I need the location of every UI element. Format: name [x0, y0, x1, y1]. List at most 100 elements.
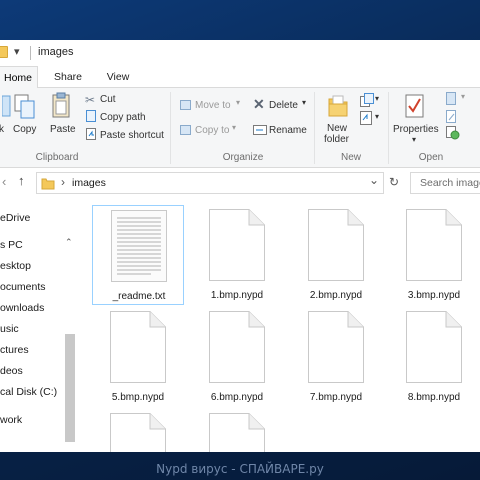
paste-shortcut-icon	[86, 128, 96, 140]
nav-item-onedrive[interactable]: eDrive	[0, 212, 30, 224]
blank-file-icon	[406, 311, 462, 383]
file-name: _readme.txt	[112, 291, 166, 302]
delete-button[interactable]: Delete	[269, 100, 298, 111]
copy-to-dropdown-icon: ▾	[232, 123, 237, 132]
ribbon-divider	[388, 92, 389, 164]
delete-dropdown-icon: ▾	[302, 98, 307, 107]
new-folder-label-line1[interactable]: New	[327, 123, 347, 134]
scissors-icon: ✂	[85, 93, 96, 107]
easy-access-dropdown-icon[interactable]: ▾	[375, 112, 379, 121]
address-bar[interactable]: › images ⌄	[36, 172, 384, 194]
paste-button[interactable]: Paste	[50, 124, 76, 135]
nav-item-videos[interactable]: deos	[0, 365, 23, 377]
pin-button-label[interactable]: k	[0, 124, 4, 135]
open-icon	[446, 92, 456, 105]
search-input[interactable]: Search images	[410, 172, 480, 194]
ribbon: k Copy Paste ✂ Cut Copy path Paste short…	[0, 88, 480, 168]
new-item-dropdown-icon[interactable]: ▾	[375, 94, 379, 103]
address-row: ‹ ↑ › images ⌄ ↻ Search images	[0, 168, 480, 198]
rename-button[interactable]: Rename	[269, 125, 307, 136]
ribbon-divider	[314, 92, 315, 164]
file-name: 8.bmp.nypd	[407, 392, 461, 403]
history-icon	[446, 126, 460, 140]
file-item[interactable]: 1.bmp.nypd	[191, 205, 283, 305]
file-item[interactable]: 3.bmp.nypd	[388, 205, 480, 305]
up-button[interactable]: ↑	[18, 173, 25, 188]
copy-icon	[14, 94, 35, 119]
file-item[interactable]: 7.bmp.nypd	[290, 307, 382, 407]
copy-path-icon	[86, 110, 96, 122]
refresh-button[interactable]: ↻	[389, 175, 399, 189]
edit-icon	[446, 110, 456, 123]
folder-icon	[0, 46, 8, 58]
tab-home[interactable]: Home	[0, 66, 38, 89]
blank-file-icon	[308, 209, 364, 281]
navigation-pane: eDrive s PC esktop ocuments ownloads usi…	[0, 198, 78, 452]
file-item[interactable]: 6.bmp.nypd	[191, 307, 283, 407]
file-name: 2.bmp.nypd	[309, 290, 363, 301]
file-item[interactable]	[92, 409, 184, 452]
tab-view[interactable]: View	[98, 66, 138, 88]
file-explorer-window: ▾ images Home Share View k Copy Paste ✂ …	[0, 40, 480, 452]
copy-to-button[interactable]: Copy to	[195, 125, 229, 136]
file-name: 1.bmp.nypd	[210, 290, 264, 301]
address-path[interactable]: images	[72, 177, 106, 189]
nav-item-documents[interactable]: ocuments	[0, 281, 46, 293]
blank-file-icon	[406, 209, 462, 281]
ribbon-divider	[170, 92, 171, 164]
nav-item-desktop[interactable]: esktop	[0, 260, 31, 272]
ribbon-tabs: Home Share View	[0, 66, 480, 89]
file-item[interactable]: 8.bmp.nypd	[388, 307, 480, 407]
cut-button[interactable]: Cut	[100, 94, 116, 105]
rename-icon	[253, 125, 267, 135]
new-item-icon	[360, 93, 374, 107]
nav-item-this-pc[interactable]: s PC	[0, 239, 23, 251]
file-item[interactable]: 2.bmp.nypd	[290, 205, 382, 305]
watermark-caption: Nypd вирус - СПАЙВАРЕ.ру	[156, 462, 324, 476]
move-to-dropdown-icon: ▾	[236, 98, 241, 107]
blank-file-icon	[110, 311, 166, 383]
blank-file-icon	[209, 209, 265, 281]
nav-item-downloads[interactable]: ownloads	[0, 302, 44, 314]
move-to-button[interactable]: Move to	[195, 100, 231, 111]
blank-file-icon	[209, 311, 265, 383]
address-dropdown-icon[interactable]: ⌄	[369, 173, 379, 187]
properties-icon	[405, 94, 424, 118]
nav-item-music[interactable]: usic	[0, 323, 19, 335]
nav-item-network[interactable]: work	[0, 414, 22, 426]
new-folder-icon	[328, 95, 348, 117]
tab-share[interactable]: Share	[48, 66, 88, 88]
new-folder-label-line2[interactable]: folder	[324, 134, 349, 145]
file-item[interactable]: 5.bmp.nypd	[92, 307, 184, 407]
nav-item-pictures[interactable]: ctures	[0, 344, 29, 356]
open-dropdown-icon[interactable]: ▾	[461, 92, 465, 101]
nav-item-local-disk[interactable]: cal Disk (C:)	[0, 386, 57, 398]
folder-icon	[41, 178, 55, 190]
title-bar: ▾ images	[0, 40, 480, 66]
properties-button[interactable]: Properties	[393, 124, 439, 135]
file-list: _readme.txt 1.bmp.nypd 2.bmp.nypd 3.bmp.…	[78, 198, 480, 452]
paste-shortcut-button[interactable]: Paste shortcut	[100, 130, 164, 141]
back-button[interactable]: ‹	[2, 174, 6, 189]
window-title: images	[38, 46, 74, 58]
open-group-label: Open	[418, 152, 444, 163]
file-name: 5.bmp.nypd	[111, 392, 165, 403]
copy-button[interactable]: Copy	[13, 124, 36, 135]
nav-scrollbar[interactable]: ⌃ ⌄	[62, 237, 78, 452]
copy-path-button[interactable]: Copy path	[100, 112, 146, 123]
quick-access-dropdown[interactable]: ▾	[14, 45, 20, 58]
nav-scroll-thumb[interactable]	[65, 334, 75, 442]
pin-icon	[2, 95, 11, 117]
blank-file-icon	[110, 413, 166, 452]
title-separator	[30, 46, 31, 60]
copy-to-icon	[180, 125, 191, 135]
properties-dropdown-icon[interactable]: ▾	[412, 135, 416, 144]
file-name: 3.bmp.nypd	[407, 290, 461, 301]
blank-file-icon	[308, 311, 364, 383]
easy-access-icon	[360, 111, 372, 125]
file-item[interactable]	[191, 409, 283, 452]
file-name: 6.bmp.nypd	[210, 392, 264, 403]
file-item-readme[interactable]: _readme.txt	[92, 205, 184, 305]
organize-group-label: Organize	[222, 152, 264, 163]
scroll-up-icon[interactable]: ⌃	[65, 237, 73, 248]
